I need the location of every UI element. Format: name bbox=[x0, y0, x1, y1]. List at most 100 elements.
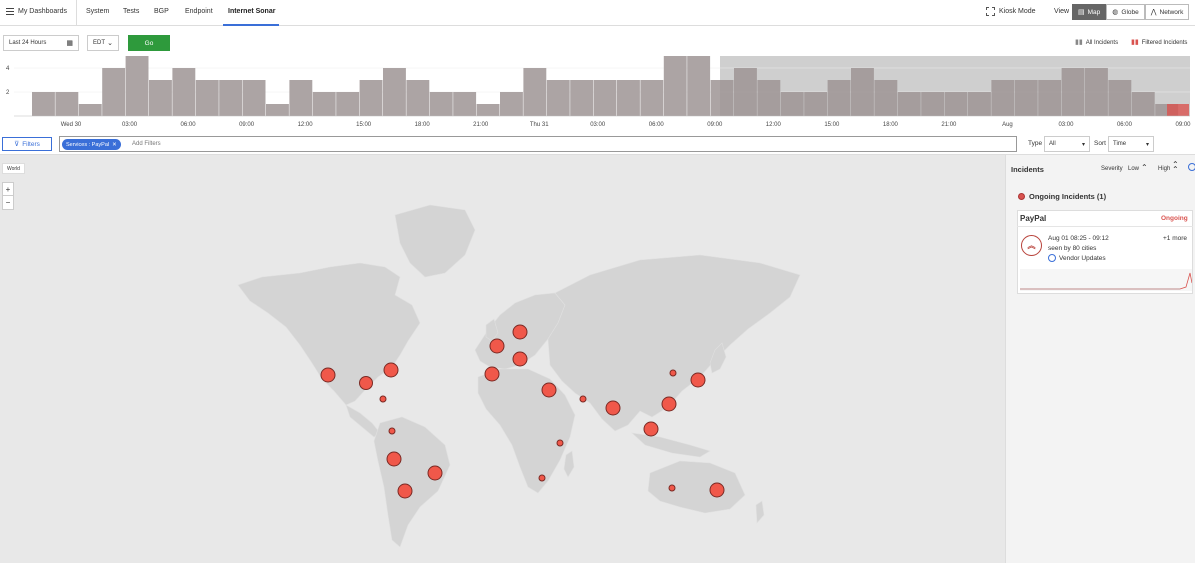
timeline-bar bbox=[897, 92, 921, 116]
severity-high-icon: ⌃ ⌃ bbox=[1172, 160, 1179, 174]
view-map-button[interactable]: ▤ Map bbox=[1072, 4, 1107, 20]
timeline-bar bbox=[336, 92, 360, 116]
sort-select[interactable]: Time ▾ bbox=[1108, 136, 1154, 152]
legend-all-incidents[interactable]: ▮▮ All Incidents bbox=[1075, 39, 1118, 46]
timeline-bar bbox=[359, 80, 383, 116]
zoom-out-button[interactable]: − bbox=[3, 196, 13, 209]
view-globe-button[interactable]: ◍ Globe bbox=[1106, 4, 1145, 20]
timeline-bar bbox=[149, 80, 172, 116]
land-africa bbox=[477, 368, 576, 494]
tab-internet-sonar[interactable]: Internet Sonar bbox=[228, 8, 275, 15]
nav-divider bbox=[76, 0, 77, 26]
filtered-timeline-bar bbox=[1167, 104, 1189, 116]
incident-marker[interactable] bbox=[538, 474, 546, 482]
x-tick-label: 03:00 bbox=[122, 122, 138, 128]
incident-marker[interactable] bbox=[556, 439, 564, 447]
timezone-select[interactable]: EDT ⌄ bbox=[87, 35, 119, 51]
land-australia bbox=[647, 460, 746, 514]
timeline-bar bbox=[921, 92, 945, 116]
timeline-bar bbox=[32, 92, 55, 116]
incident-marker[interactable] bbox=[489, 338, 505, 354]
chevron-down-icon: ⌄ bbox=[107, 39, 113, 47]
incident-category: Vendor Updates bbox=[1059, 255, 1106, 262]
world-map-panel[interactable] bbox=[0, 155, 1005, 563]
x-tick-label: 15:00 bbox=[824, 122, 840, 128]
kiosk-mode-link[interactable]: Kiosk Mode bbox=[999, 8, 1036, 15]
type-select[interactable]: All ▾ bbox=[1044, 136, 1090, 152]
top-nav: My Dashboards System Tests BGP Endpoint … bbox=[0, 0, 1195, 26]
x-tick-label: 03:00 bbox=[590, 122, 606, 128]
y-tick-label: 4 bbox=[6, 66, 10, 72]
info-icon[interactable] bbox=[1188, 163, 1195, 171]
my-dashboards-link[interactable]: My Dashboards bbox=[18, 8, 67, 15]
zoom-in-button[interactable]: + bbox=[3, 183, 13, 196]
ongoing-dot-icon bbox=[1018, 193, 1025, 200]
bar-chart-filtered-icon: ▮▮ bbox=[1131, 39, 1139, 46]
x-tick-label: 21:00 bbox=[473, 122, 489, 128]
hamburger-icon[interactable] bbox=[6, 8, 14, 15]
incident-marker[interactable] bbox=[386, 451, 402, 467]
timeline-bar bbox=[944, 92, 968, 116]
incident-marker[interactable] bbox=[668, 484, 676, 492]
tab-endpoint[interactable]: Endpoint bbox=[185, 8, 213, 15]
timeline-bar bbox=[1038, 80, 1062, 116]
x-tick-label: 18:00 bbox=[415, 122, 431, 128]
incident-marker[interactable] bbox=[661, 396, 677, 412]
filter-input[interactable]: Services : PayPal ✕ Add Filters bbox=[59, 136, 1017, 152]
incident-marker[interactable] bbox=[669, 369, 677, 377]
timeline-bar bbox=[710, 80, 734, 116]
x-tick-label: 06:00 bbox=[181, 122, 197, 128]
legend-filtered-incidents[interactable]: ▮▮ Filtered Incidents bbox=[1131, 39, 1187, 46]
filter-chip-paypal[interactable]: Services : PayPal ✕ bbox=[62, 139, 121, 150]
timeline-bar bbox=[429, 92, 453, 116]
incident-marker[interactable] bbox=[388, 427, 396, 435]
incident-marker[interactable] bbox=[690, 372, 706, 388]
land-south-america bbox=[373, 416, 451, 548]
x-tick-label: Aug bbox=[1002, 122, 1013, 128]
world-breadcrumb[interactable]: World bbox=[2, 163, 25, 174]
incident-marker[interactable] bbox=[397, 483, 413, 499]
incident-marker[interactable] bbox=[359, 376, 373, 390]
timeline-bar bbox=[406, 80, 430, 116]
tab-bgp[interactable]: BGP bbox=[154, 8, 169, 15]
timeline-bar bbox=[172, 68, 196, 116]
incident-marker[interactable] bbox=[484, 366, 500, 382]
ongoing-incidents-header[interactable]: Ongoing Incidents (1) bbox=[1018, 192, 1106, 201]
app-root: My Dashboards System Tests BGP Endpoint … bbox=[0, 0, 1195, 563]
incident-service[interactable]: PayPal bbox=[1020, 214, 1046, 223]
timeline-bar bbox=[1085, 68, 1108, 116]
incident-marker[interactable] bbox=[579, 395, 587, 403]
incident-marker[interactable] bbox=[320, 367, 336, 383]
incident-marker[interactable] bbox=[379, 395, 387, 403]
timeline-bar bbox=[851, 68, 874, 116]
close-icon[interactable]: ✕ bbox=[112, 142, 117, 148]
x-tick-label: Thu 31 bbox=[530, 122, 549, 128]
active-tab-indicator bbox=[223, 24, 279, 26]
incident-marker[interactable] bbox=[541, 382, 557, 398]
view-network-button[interactable]: ⋀ Network bbox=[1144, 4, 1190, 20]
timeline-bar bbox=[289, 80, 313, 116]
time-range-picker[interactable]: Last 24 Hours ▦ bbox=[3, 35, 79, 51]
incident-timeline-chart[interactable]: 2 4 Wed 30 03:00 06:00 09:00 12:00 15:00 18:00 21… bbox=[0, 54, 1195, 134]
timeline-bar bbox=[617, 80, 640, 116]
zoom-control: + − bbox=[2, 182, 14, 210]
world-map[interactable] bbox=[0, 155, 1005, 563]
incident-marker[interactable] bbox=[427, 465, 443, 481]
tab-tests[interactable]: Tests bbox=[123, 8, 139, 15]
view-toggle-group: ▤ Map ◍ Globe ⋀ Network bbox=[1072, 4, 1190, 20]
incident-more[interactable]: +1 more bbox=[1163, 235, 1187, 242]
kiosk-icon[interactable] bbox=[986, 7, 995, 16]
incident-marker[interactable] bbox=[643, 421, 659, 437]
incident-marker[interactable] bbox=[383, 362, 399, 378]
timeline-bar bbox=[102, 68, 126, 116]
incident-marker[interactable] bbox=[709, 482, 725, 498]
tab-system[interactable]: System bbox=[86, 8, 109, 15]
incident-marker[interactable] bbox=[512, 324, 528, 340]
filters-button[interactable]: ⊽ Filters bbox=[2, 137, 52, 151]
incident-marker[interactable] bbox=[605, 400, 621, 416]
timeline-bar bbox=[546, 80, 570, 116]
land-new-zealand bbox=[755, 500, 765, 524]
timeline-bar bbox=[1108, 80, 1132, 116]
incident-marker[interactable] bbox=[512, 351, 528, 367]
go-button[interactable]: Go bbox=[128, 35, 170, 51]
